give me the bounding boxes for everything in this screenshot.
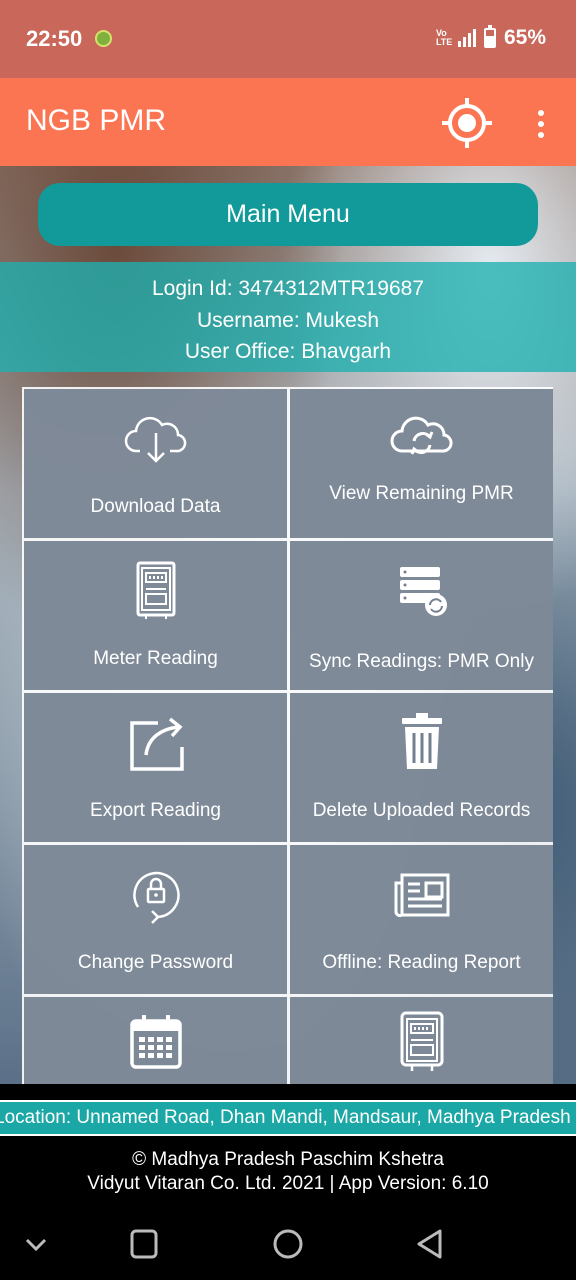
tile-meter-reading[interactable]: Meter Reading [24, 541, 287, 690]
tile-view-remaining-pmr[interactable]: View Remaining PMR [290, 389, 553, 538]
locate-icon[interactable] [440, 96, 494, 150]
recents-icon[interactable] [124, 1224, 164, 1264]
main-content: Main Menu Login Id: 3474312MTR19687 User… [0, 166, 576, 1084]
lock-refresh-icon [132, 871, 180, 924]
newspaper-icon [394, 873, 449, 918]
tile-change-password[interactable]: Change Password [24, 845, 287, 994]
login-id: Login Id: 3474312MTR19687 [151, 277, 425, 300]
tile-label: View Remaining PMR [329, 483, 514, 504]
username: Username: Mukesh [196, 308, 380, 332]
location-marquee: Location: Unnamed Road, Dhan Mandi, Mand… [0, 1100, 576, 1136]
tile-label: Download Data [90, 496, 221, 517]
tile-delete-uploaded[interactable]: Delete Uploaded Records [290, 693, 553, 842]
tile-download-data[interactable]: Download Data [24, 389, 287, 538]
main-menu-button[interactable]: Main Menu [38, 183, 538, 246]
app-notification-icon [95, 30, 112, 47]
status-time: 22:50 [26, 26, 83, 51]
tile-label: Delete Uploaded Records [312, 800, 531, 821]
footer-version: Vidyut Vitaran Co. Ltd. 2021 | App Versi… [87, 1173, 489, 1194]
more-vert-icon[interactable] [526, 104, 556, 144]
tile-label: Sync Readings: PMR Only [309, 651, 534, 672]
menu-grid: Download Data View Remaining PMR Meter R… [22, 387, 553, 1084]
user-info-panel: Login Id: 3474312MTR19687 Username: Muke… [0, 262, 576, 372]
share-icon [129, 717, 184, 771]
meter-icon [400, 1011, 443, 1071]
calendar-icon [129, 1015, 182, 1069]
tile-sync-readings[interactable]: Sync Readings: PMR Only [290, 541, 553, 690]
tile-label: Change Password [77, 952, 234, 973]
tile-label: Meter Reading [93, 648, 218, 669]
cloud-download-icon [124, 416, 186, 463]
tile-calendar[interactable] [24, 997, 287, 1084]
trash-icon [401, 713, 442, 769]
cloud-sync-icon [390, 416, 453, 455]
meter-icon [136, 561, 175, 619]
tile-label: Export Reading [90, 800, 221, 821]
status-icons: Vo LTE 65% [435, 25, 546, 50]
footer-copyright: © Madhya Pradesh Paschim Kshetra [132, 1149, 444, 1170]
battery-percent: 65% [503, 26, 546, 49]
status-bar: 22:50 Vo LTE 65% [0, 0, 576, 78]
back-icon[interactable] [410, 1224, 450, 1264]
system-nav-bar [0, 1210, 576, 1280]
volte-icon: Vo LTE [435, 28, 453, 47]
battery-icon [483, 25, 496, 48]
user-office: User Office: Bhavgarh [184, 340, 392, 363]
home-icon[interactable] [268, 1224, 308, 1264]
tile-meter[interactable] [290, 997, 553, 1084]
app-title: NGB PMR [26, 104, 167, 137]
tile-export-reading[interactable]: Export Reading [24, 693, 287, 842]
chevron-down-icon[interactable] [18, 1224, 58, 1264]
signal-icon [457, 29, 476, 47]
footer: © Madhya Pradesh Paschim Kshetra Vidyut … [0, 1136, 576, 1220]
tile-offline-report[interactable]: Offline: Reading Report [290, 845, 553, 994]
server-sync-icon [399, 567, 447, 616]
tile-label: Offline: Reading Report [322, 952, 521, 973]
